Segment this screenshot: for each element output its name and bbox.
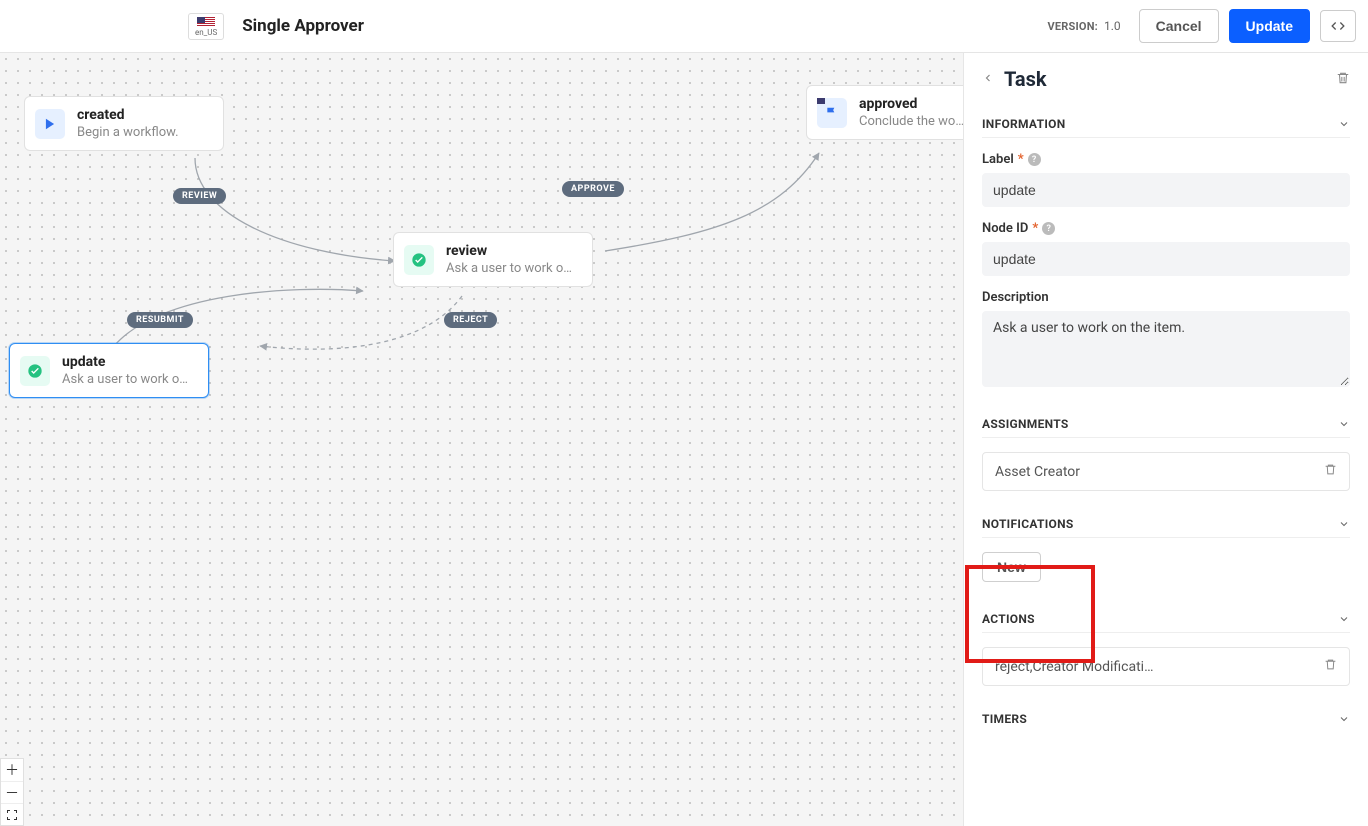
properties-panel: Task INFORMATION Label * ? Node ID * ? D… — [963, 53, 1368, 826]
edge-label-approve[interactable]: APPROVE — [562, 181, 624, 197]
trash-icon — [1324, 463, 1337, 476]
section-assignments[interactable]: ASSIGNMENTS — [982, 409, 1350, 438]
check-circle-icon — [404, 245, 434, 275]
source-code-button[interactable] — [1320, 10, 1356, 42]
section-timers[interactable]: TIMERS — [982, 704, 1350, 732]
chevron-down-icon — [1338, 713, 1350, 725]
node-subtitle: Conclude the wo… — [859, 114, 964, 129]
section-information[interactable]: INFORMATION — [982, 109, 1350, 138]
section-label: ASSIGNMENTS — [982, 417, 1069, 431]
label-input[interactable] — [982, 173, 1350, 207]
new-notification-button[interactable]: New — [982, 552, 1041, 582]
edge-label-reject[interactable]: REJECT — [444, 312, 497, 328]
panel-title: Task — [1004, 67, 1326, 91]
chevron-down-icon — [1338, 518, 1350, 530]
field-node-id: Node ID * ? — [982, 221, 1350, 276]
description-input[interactable] — [982, 311, 1350, 387]
node-review[interactable]: review Ask a user to work o… — [393, 232, 593, 287]
version-value: 1.0 — [1104, 19, 1121, 33]
zoom-in-button[interactable]: ＋ — [1, 759, 23, 781]
node-id-input[interactable] — [982, 242, 1350, 276]
node-subtitle: Ask a user to work o… — [446, 261, 572, 276]
delete-task-button[interactable] — [1336, 70, 1350, 89]
action-row[interactable]: reject,Creator Modificati… — [982, 647, 1350, 686]
required-marker: * — [1018, 152, 1024, 167]
zoom-controls: ＋ － — [0, 758, 24, 826]
locale-chip[interactable]: en_US — [188, 13, 224, 40]
field-description: Description — [982, 290, 1350, 391]
node-title: update — [62, 354, 188, 370]
required-marker: * — [1032, 221, 1038, 236]
chevron-down-icon — [1338, 118, 1350, 130]
node-update[interactable]: update Ask a user to work o… — [9, 343, 209, 398]
zoom-fit-button[interactable] — [1, 803, 23, 825]
chevron-down-icon — [1338, 613, 1350, 625]
trash-icon — [1324, 658, 1337, 671]
section-notifications[interactable]: NOTIFICATIONS — [982, 509, 1350, 538]
play-icon — [35, 109, 65, 139]
flag-icon — [197, 17, 215, 27]
page-title: Single Approver — [242, 16, 364, 36]
section-label: INFORMATION — [982, 117, 1065, 131]
assignment-row[interactable]: Asset Creator — [982, 452, 1350, 491]
node-title: created — [77, 107, 179, 123]
node-title: review — [446, 243, 572, 259]
update-button[interactable]: Update — [1229, 9, 1310, 43]
help-icon[interactable]: ? — [1028, 153, 1041, 166]
node-created[interactable]: created Begin a workflow. — [24, 96, 224, 151]
node-subtitle: Ask a user to work o… — [62, 372, 188, 387]
section-label: ACTIONS — [982, 612, 1035, 626]
edge-label-review[interactable]: REVIEW — [173, 188, 226, 204]
assignment-text: Asset Creator — [995, 464, 1080, 480]
field-label-text: Label — [982, 152, 1014, 167]
field-label-text: Description — [982, 290, 1049, 305]
app-header: en_US Single Approver VERSION: 1.0 Cance… — [0, 0, 1368, 53]
section-actions[interactable]: ACTIONS — [982, 604, 1350, 633]
back-button[interactable] — [982, 69, 994, 90]
delete-action-button[interactable] — [1324, 658, 1337, 675]
section-label: NOTIFICATIONS — [982, 517, 1074, 531]
help-icon[interactable]: ? — [1042, 222, 1055, 235]
chevron-down-icon — [1338, 418, 1350, 430]
flag-icon — [817, 98, 847, 128]
cancel-button[interactable]: Cancel — [1139, 9, 1219, 43]
node-title: approved — [859, 96, 964, 112]
field-label: Label * ? — [982, 152, 1350, 207]
node-subtitle: Begin a workflow. — [77, 125, 179, 140]
action-text: reject,Creator Modificati… — [995, 659, 1153, 675]
field-label-text: Node ID — [982, 221, 1028, 236]
delete-assignment-button[interactable] — [1324, 463, 1337, 480]
check-circle-icon — [20, 356, 50, 386]
zoom-out-button[interactable]: － — [1, 781, 23, 803]
edge-label-resubmit[interactable]: RESUBMIT — [127, 312, 193, 328]
trash-icon — [1336, 71, 1350, 85]
section-label: TIMERS — [982, 712, 1027, 726]
locale-code: en_US — [195, 29, 217, 37]
code-icon — [1331, 19, 1345, 33]
version-label: VERSION: — [1048, 20, 1098, 33]
